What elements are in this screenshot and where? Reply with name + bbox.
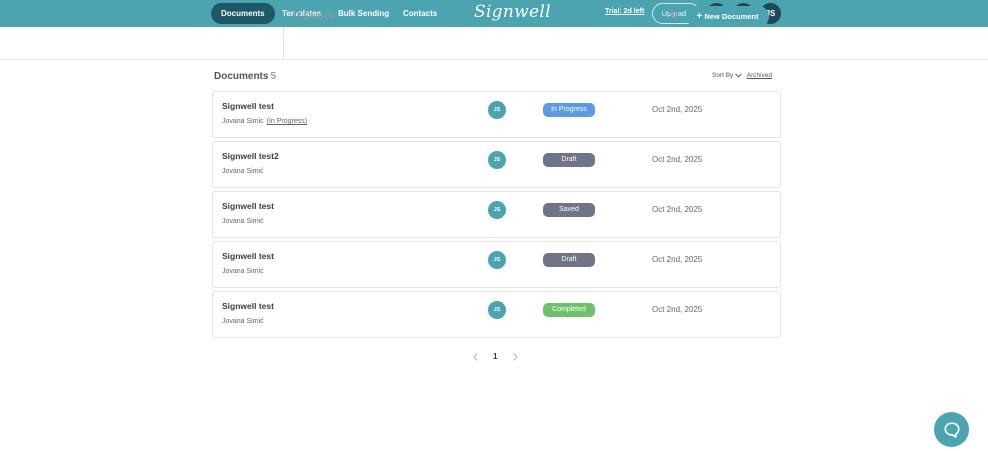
document-owner: Jovana Simić [222,218,264,225]
documents-count: 5 [270,71,277,82]
chat-bubble-icon [943,421,960,438]
recipient-avatar: JS [488,151,506,169]
document-owner: Jovana Simić [222,168,264,175]
owner-name: Jovana Simic [222,118,264,125]
document-row[interactable]: Signwell test Jovana Simić JS Completed … [212,291,781,338]
status-badge: In Progress [543,103,595,117]
document-owner: Jovana Simić [222,318,264,325]
owner-name: Jovana Simić [222,168,264,175]
new-document-label: New Document [704,12,759,21]
new-document-button[interactable]: + New Document [686,6,769,27]
document-date: Oct 2nd, 2025 [652,305,703,314]
owner-status: (In Progress) [266,118,308,125]
document-list: Signwell test Jovana Simic (In Progress) … [212,91,781,341]
chevron-left-icon[interactable] [473,353,478,361]
document-date: Oct 2nd, 2025 [652,255,703,264]
help-chat-button[interactable] [934,412,969,447]
status-badge: Draft [543,253,595,267]
document-date: Oct 2nd, 2025 [652,155,703,164]
owner-name: Jovana Simić [222,318,264,325]
document-name: Signwell test [222,101,274,111]
recipient-avatar: JS [488,101,506,119]
page-number[interactable]: 1 [493,352,497,361]
recipient-avatar: JS [488,201,506,219]
document-row[interactable]: Signwell test2 Jovana Simić JS Draft Oct… [212,141,781,188]
sort-by-dropdown[interactable]: Sort By [712,72,745,79]
status-badge: Saved [543,203,595,217]
recipient-avatar: JS [488,251,506,269]
search-icon [293,11,302,20]
owner-name: Jovana Simić [222,218,264,225]
documents-title: Documents [214,71,269,82]
plus-icon: + [696,11,703,22]
document-name: Signwell test [222,301,274,311]
document-row[interactable]: Signwell test Jovana Simic (In Progress) … [212,91,781,138]
document-date: Oct 2nd, 2025 [652,205,703,214]
status-badge: Completed [543,303,595,317]
document-owner: Jovana Simic (In Progress) [222,118,307,125]
sort-by-label: Sort By [712,72,734,79]
filter-icon[interactable] [669,11,679,21]
document-name: Signwell test [222,201,274,211]
status-badge: Draft [543,153,595,167]
chevron-right-icon[interactable] [513,353,518,361]
documents-heading: Documents 5 [214,71,276,82]
sort-controls: Sort By Archived [712,72,772,79]
search-toolbar [0,27,988,60]
search-input[interactable] [303,8,643,24]
document-owner: Jovana Simić [222,268,264,275]
archived-link[interactable]: Archived [747,72,772,79]
toolbar-divider [283,27,284,59]
chevron-down-icon [735,73,743,78]
owner-name: Jovana Simić [222,268,264,275]
document-row[interactable]: Signwell test Jovana Simić JS Saved Oct … [212,191,781,238]
nav-documents[interactable]: Documents [211,3,275,24]
document-row[interactable]: Signwell test Jovana Simić JS Draft Oct … [212,241,781,288]
document-name: Signwell test [222,251,274,261]
recipient-avatar: JS [488,301,506,319]
pagination: 1 [470,351,520,365]
document-name: Signwell test2 [222,151,279,161]
document-date: Oct 2nd, 2025 [652,105,703,114]
